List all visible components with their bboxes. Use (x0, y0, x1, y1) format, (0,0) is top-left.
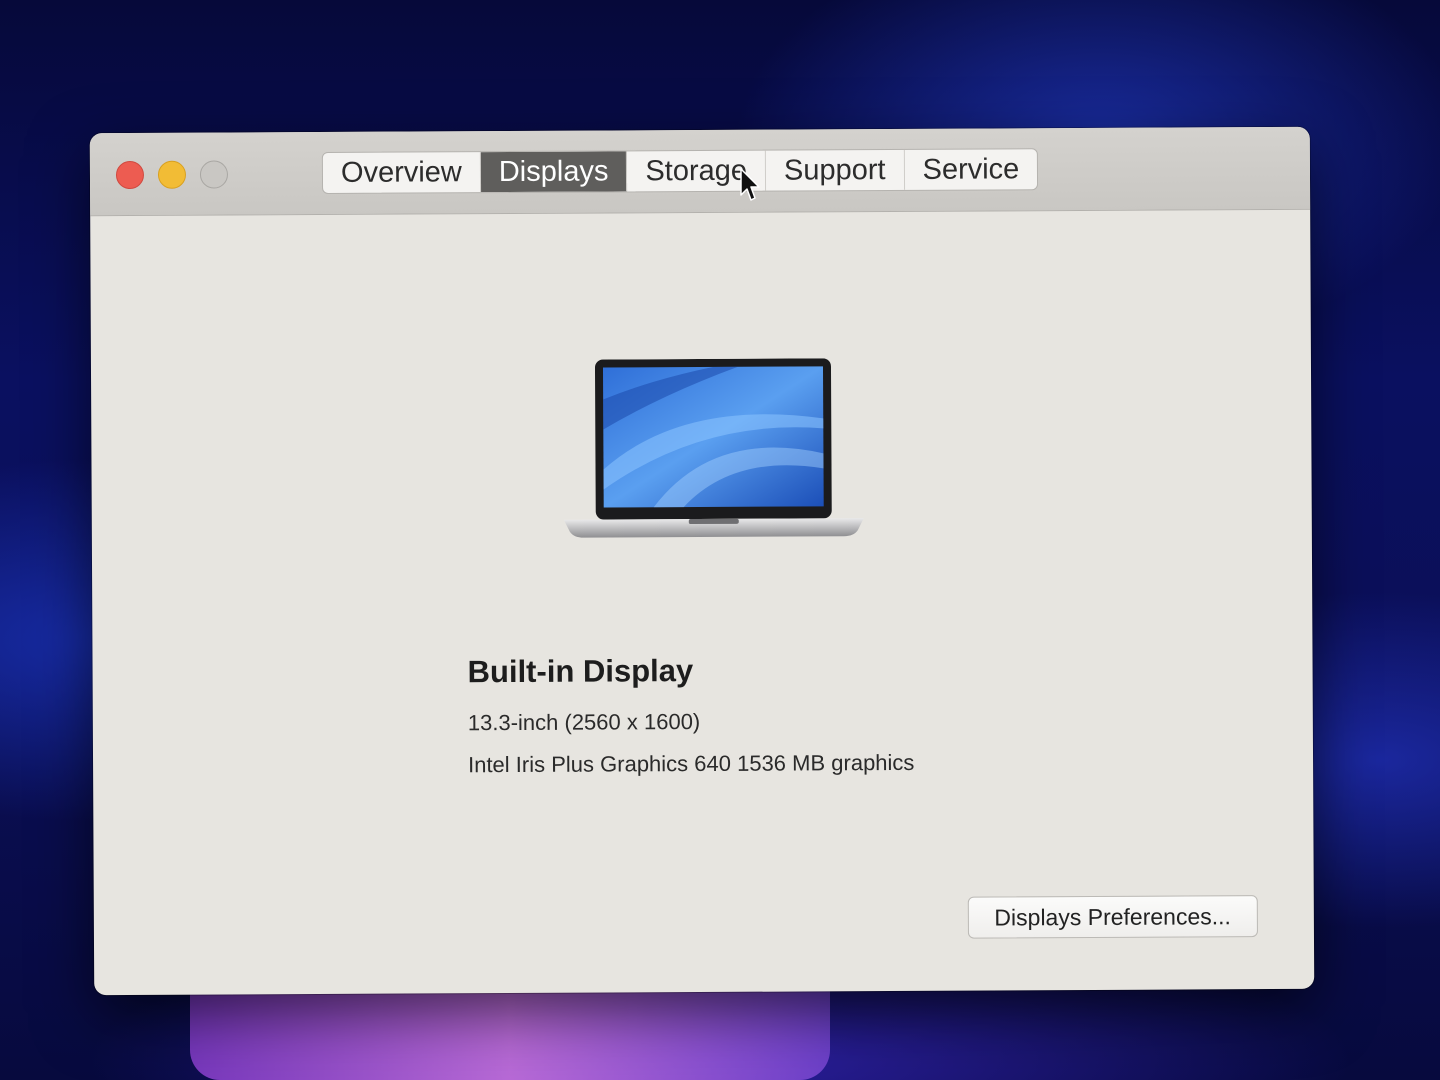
display-size-resolution: 13.3-inch (2560 x 1600) (467, 709, 701, 736)
displays-pane: Built-in Display 13.3-inch (2560 x 1600)… (90, 210, 1314, 995)
close-button[interactable] (115, 160, 145, 190)
zoom-button[interactable] (199, 160, 229, 189)
laptop-image (563, 358, 864, 538)
about-this-mac-window: Overview Displays Storage Support Servic… (89, 126, 1315, 996)
tab-support[interactable]: Support (765, 149, 905, 191)
tab-overview[interactable]: Overview (322, 152, 481, 193)
tab-service[interactable]: Service (904, 149, 1037, 190)
tab-displays[interactable]: Displays (480, 151, 628, 193)
display-title: Built-in Display (467, 653, 694, 690)
display-graphics: Intel Iris Plus Graphics 640 1536 MB gra… (467, 749, 915, 778)
displays-preferences-button[interactable]: Displays Preferences... (967, 895, 1258, 939)
desktop-wallpaper-art (190, 985, 830, 1080)
window-titlebar: Overview Displays Storage Support Servic… (89, 126, 1311, 217)
tab-bar: Overview Displays Storage Support Servic… (321, 148, 1039, 194)
mouse-pointer-icon (740, 168, 760, 201)
minimize-button[interactable] (157, 160, 187, 189)
